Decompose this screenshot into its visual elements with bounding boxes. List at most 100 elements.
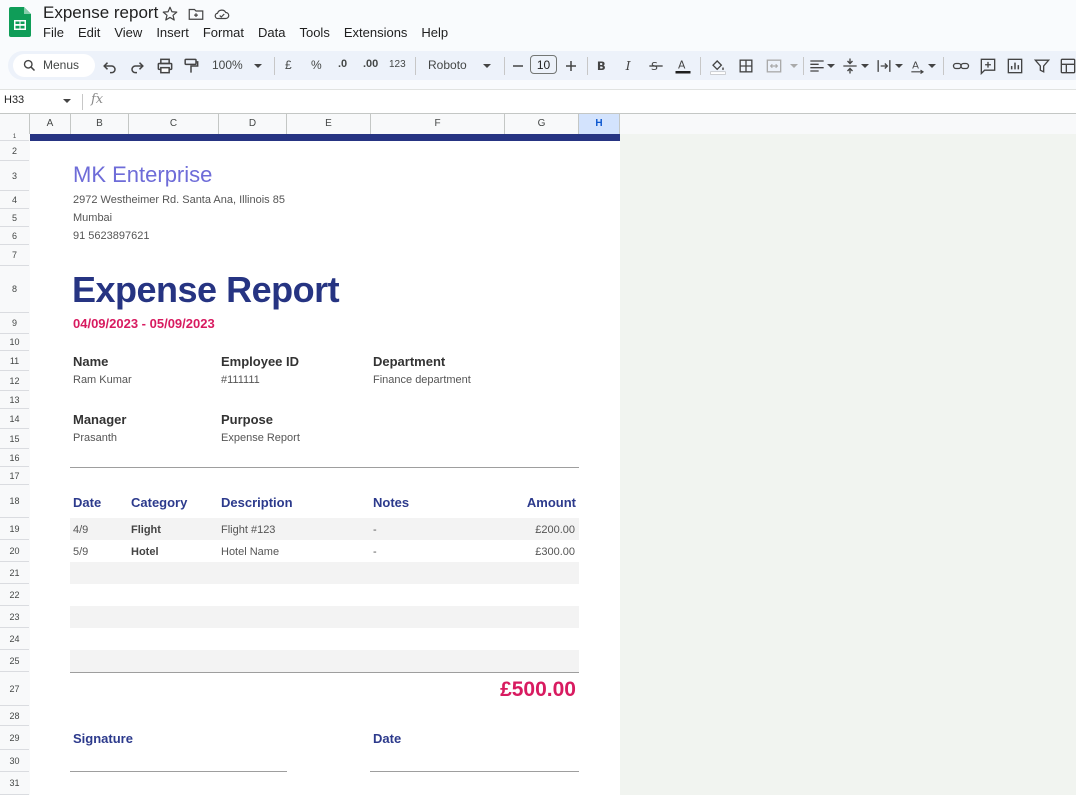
employee-id-label[interactable]: Employee ID [221,354,299,369]
column-header-h[interactable]: H [579,114,620,134]
row-header[interactable]: 17 [0,467,29,485]
filter-icon[interactable] [1032,56,1052,76]
insert-chart-icon[interactable] [1005,56,1025,76]
merge-cells-icon[interactable] [764,56,784,76]
purpose-label[interactable]: Purpose [221,412,273,427]
company-address[interactable]: 2972 Westheimer Rd. Santa Ana, Illinois … [73,194,285,206]
row-header[interactable]: 7 [0,245,29,266]
font-select[interactable]: Roboto [428,58,467,72]
cloud-saved-icon[interactable] [213,5,231,23]
employee-id-value[interactable]: #111111 [221,374,260,386]
row-header[interactable]: 14 [0,409,29,429]
row-header[interactable]: 13 [0,391,29,409]
name-box-dropdown-icon[interactable] [62,96,72,106]
font-size-input[interactable]: 10 [530,55,557,74]
vertical-align-icon[interactable] [840,56,860,76]
table-header-date[interactable]: Date [73,495,101,510]
menu-format[interactable]: Format [196,25,251,43]
row-header[interactable]: 28 [0,706,29,726]
increase-font-size-icon[interactable] [561,56,581,76]
column-header-b[interactable]: B [71,114,129,134]
row1-amount[interactable]: £200.00 [535,524,575,536]
row-header[interactable]: 27 [0,672,29,706]
signature-label[interactable]: Signature [73,731,133,746]
merge-dropdown-icon[interactable] [788,56,800,76]
table-header-amount[interactable]: Amount [527,495,576,510]
row-header[interactable]: 20 [0,540,29,562]
horizontal-align-icon[interactable] [807,56,827,76]
name-label[interactable]: Name [73,354,108,369]
borders-icon[interactable] [736,56,756,76]
column-header-g[interactable]: G [505,114,579,134]
manager-value[interactable]: Prasanth [73,432,117,444]
zoom-dropdown-icon[interactable] [252,56,264,76]
row-header[interactable]: 22 [0,584,29,606]
select-all-corner[interactable] [0,114,30,134]
menu-insert[interactable]: Insert [149,25,196,43]
row2-date[interactable]: 5/9 [73,546,88,558]
sheet-empty-area[interactable] [620,134,1076,795]
row-header[interactable]: 10 [0,334,29,351]
row1-description[interactable]: Flight #123 [221,524,275,536]
menus-search-box[interactable]: Menus [13,54,95,77]
column-header-d[interactable]: D [219,114,287,134]
strikethrough-icon[interactable]: S [646,56,666,76]
wrap-dropdown-icon[interactable] [893,56,905,76]
menu-edit[interactable]: Edit [71,25,107,43]
menu-help[interactable]: Help [414,25,455,43]
redo-icon[interactable] [127,56,147,76]
align-dropdown-icon[interactable] [825,56,837,76]
move-folder-icon[interactable] [187,5,205,23]
row-header[interactable]: 24 [0,628,29,650]
row-header[interactable]: 8 [0,266,29,313]
menu-view[interactable]: View [107,25,149,43]
company-city[interactable]: Mumbai [73,212,112,224]
table-header-notes[interactable]: Notes [373,495,409,510]
fill-color-icon[interactable] [708,56,728,76]
sheets-logo-icon[interactable] [9,7,31,37]
name-value[interactable]: Ram Kumar [73,374,132,386]
department-value[interactable]: Finance department [373,374,471,386]
row-header[interactable]: 31 [0,772,29,795]
text-wrapping-icon[interactable] [874,56,894,76]
row-header[interactable]: 16 [0,449,29,467]
row-header[interactable]: 18 [0,485,29,518]
row-header[interactable]: 29 [0,726,29,750]
row-header[interactable]: 3 [0,161,29,191]
sign-date-label[interactable]: Date [373,731,401,746]
table-row-empty[interactable] [70,562,579,584]
menu-tools[interactable]: Tools [292,25,336,43]
total-amount[interactable]: £500.00 [500,678,576,702]
paint-format-icon[interactable] [181,56,201,76]
row2-description[interactable]: Hotel Name [221,546,279,558]
document-title[interactable]: Expense report [43,3,158,23]
column-header-e[interactable]: E [287,114,371,134]
row-header[interactable]: 1 [0,134,29,141]
row-header[interactable]: 23 [0,606,29,628]
table-header-category[interactable]: Category [131,495,187,510]
purpose-value[interactable]: Expense Report [221,432,300,444]
font-dropdown-icon[interactable] [481,56,493,76]
print-icon[interactable] [155,56,175,76]
text-color-icon[interactable]: A [673,56,693,76]
row1-notes[interactable]: - [373,524,377,536]
row-header[interactable]: 12 [0,371,29,391]
company-name[interactable]: MK Enterprise [73,162,212,188]
text-rotation-icon[interactable]: A [908,56,928,76]
column-header-a[interactable]: A [30,114,71,134]
row-header[interactable]: 25 [0,650,29,672]
row-header[interactable]: 5 [0,209,29,227]
insert-link-icon[interactable] [951,56,971,76]
manager-label[interactable]: Manager [73,412,126,427]
row-header[interactable]: 9 [0,313,29,334]
row2-notes[interactable]: - [373,546,377,558]
menu-extensions[interactable]: Extensions [337,25,415,43]
table-header-description[interactable]: Description [221,495,293,510]
report-heading[interactable]: Expense Report [72,269,340,311]
row-header[interactable]: 30 [0,750,29,772]
department-label[interactable]: Department [373,354,445,369]
more-formats-button[interactable]: 123 [389,59,406,70]
percent-format-button[interactable]: % [311,58,322,72]
date-range[interactable]: 04/09/2023 - 05/09/2023 [73,316,215,331]
company-phone[interactable]: 91 5623897621 [73,230,149,242]
